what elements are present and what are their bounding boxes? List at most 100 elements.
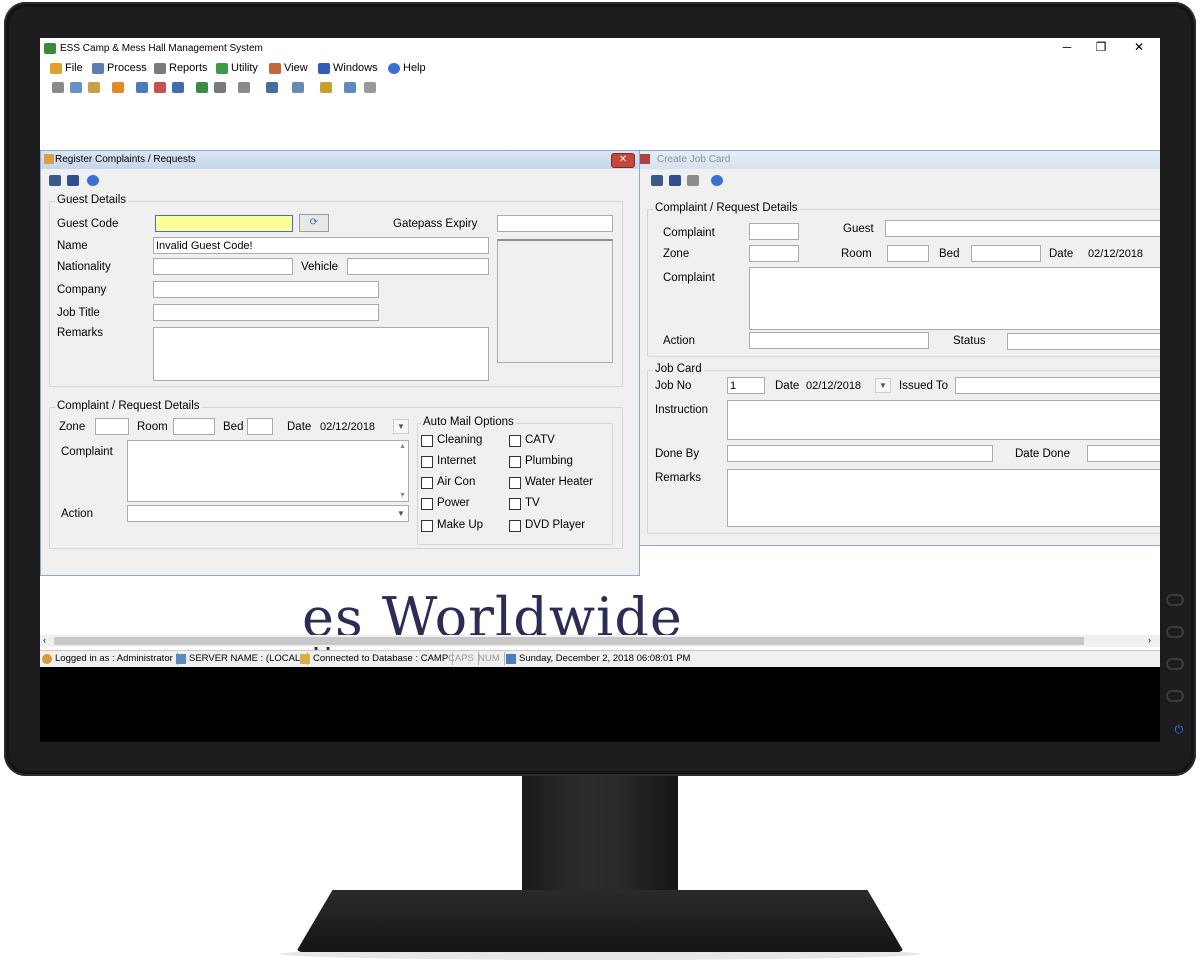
document-icon[interactable] [266, 82, 278, 93]
aircon-checkbox[interactable] [421, 477, 433, 489]
scroll-right-icon[interactable]: › [1148, 635, 1151, 645]
company-input[interactable] [153, 281, 379, 298]
paste-icon[interactable] [88, 82, 100, 93]
menu-view[interactable]: View [269, 62, 308, 74]
scroll-down-icon[interactable]: ▼ [399, 492, 406, 499]
plumbing-checkbox[interactable] [509, 456, 521, 468]
help-icon[interactable] [87, 175, 99, 186]
user-icon[interactable] [112, 82, 124, 93]
help-icon [388, 62, 400, 74]
guest-photo [497, 239, 613, 363]
action-select[interactable]: ▼ [127, 505, 409, 522]
binoculars-icon[interactable] [49, 175, 61, 186]
menu-file[interactable]: File [50, 62, 83, 74]
tools-icon[interactable] [364, 82, 376, 93]
help-icon[interactable] [711, 175, 723, 186]
jc-zone-input[interactable] [749, 245, 799, 262]
vehicle-input[interactable] [347, 258, 489, 275]
menu-label: File [65, 62, 83, 74]
jc-instruction-textarea[interactable] [727, 400, 1160, 440]
guest-code-input[interactable] [155, 215, 293, 232]
monitor-button[interactable] [1166, 658, 1184, 670]
chevron-down-icon[interactable]: ▼ [393, 419, 409, 434]
close-button[interactable]: ✕ [1124, 40, 1154, 54]
job-title-input[interactable] [153, 304, 379, 321]
jc-room-input[interactable] [887, 245, 929, 262]
internet-checkbox[interactable] [421, 456, 433, 468]
scroll-up-icon[interactable]: ▲ [399, 443, 406, 450]
jc-datedone-input[interactable] [1087, 445, 1160, 462]
menu-reports[interactable]: Reports [154, 62, 208, 74]
user-icon [42, 653, 52, 664]
jc-action-input[interactable] [749, 332, 929, 349]
refresh-icon[interactable] [172, 82, 184, 93]
status-datetime-text: Sunday, December 2, 2018 06:08:01 PM [519, 653, 691, 664]
settings-icon[interactable] [292, 82, 304, 93]
zone-input[interactable] [95, 418, 129, 435]
minimize-button[interactable]: ─ [1052, 40, 1082, 54]
print-icon[interactable] [238, 82, 250, 93]
jc-doneby-input[interactable] [727, 445, 993, 462]
horizontal-scrollbar[interactable]: ‹ › [40, 635, 1160, 647]
jc-status-input[interactable] [1007, 333, 1160, 350]
water-heater-checkbox[interactable] [509, 477, 521, 489]
jc-complaint-textarea[interactable] [749, 267, 1160, 330]
dvd-checkbox[interactable] [509, 520, 521, 532]
menu-process[interactable]: Process [92, 62, 147, 74]
register-window: Register Complaints / Requests ✕ Guest D… [40, 150, 640, 576]
register-close-icon[interactable]: ✕ [611, 153, 635, 168]
menu-label: Utility [231, 62, 258, 74]
report-icon[interactable] [154, 82, 166, 93]
restore-button[interactable]: ❐ [1086, 40, 1116, 54]
tv-checkbox[interactable] [509, 498, 521, 510]
jc-issued-input[interactable] [955, 377, 1160, 394]
complaint-textarea[interactable]: ▲ ▼ [127, 440, 409, 502]
jc-guest-input[interactable] [885, 220, 1160, 237]
note-icon[interactable] [320, 82, 332, 93]
jc-complaint-no-input[interactable] [749, 223, 799, 240]
monitor-base [296, 890, 904, 952]
monitor-button[interactable] [1166, 690, 1184, 702]
menu-label: Reports [169, 62, 208, 74]
power-checkbox[interactable] [421, 498, 433, 510]
power-icon[interactable]: ⏻ [1172, 723, 1186, 737]
lookup-button[interactable]: ⟳ [299, 214, 329, 232]
menu-utility[interactable]: Utility [216, 62, 258, 74]
name-input[interactable]: Invalid Guest Code! [153, 237, 489, 254]
print-icon[interactable] [687, 175, 699, 186]
menu-bar: File Process Reports Utility View Window… [40, 60, 1160, 78]
jc-status-label: Status [953, 335, 986, 347]
scroll-left-icon[interactable]: ‹ [43, 635, 46, 645]
remarks-textarea[interactable] [153, 327, 489, 381]
binoculars-icon[interactable] [651, 175, 663, 186]
jc-jobno-input[interactable]: 1 [727, 377, 765, 394]
menu-help[interactable]: Help [388, 62, 426, 74]
cut-icon[interactable] [52, 82, 64, 93]
gatepass-label: Gatepass Expiry [393, 218, 478, 230]
catv-checkbox[interactable] [509, 435, 521, 447]
database-icon[interactable] [344, 82, 356, 93]
gatepass-input[interactable] [497, 215, 613, 232]
jc-bed-input[interactable] [971, 245, 1041, 262]
monitor-button[interactable] [1166, 626, 1184, 638]
globe-icon[interactable] [196, 82, 208, 93]
scrollbar-thumb[interactable] [54, 637, 1084, 645]
nationality-input[interactable] [153, 258, 293, 275]
lookup-icon: ⟳ [309, 217, 319, 228]
status-user-text: Logged in as : Administrator [55, 653, 173, 664]
calendar-icon[interactable] [136, 82, 148, 93]
monitor-button[interactable] [1166, 594, 1184, 606]
save-icon[interactable] [669, 175, 681, 186]
copy-icon[interactable] [70, 82, 82, 93]
search-icon[interactable] [214, 82, 226, 93]
menu-windows[interactable]: Windows [318, 62, 378, 74]
room-input[interactable] [173, 418, 215, 435]
cleaning-checkbox[interactable] [421, 435, 433, 447]
bed-input[interactable] [247, 418, 273, 435]
view-icon [269, 62, 281, 74]
chevron-down-icon[interactable]: ▼ [875, 378, 891, 393]
jc-date-field[interactable]: 02/12/2018 [1085, 245, 1160, 262]
makeup-checkbox[interactable] [421, 520, 433, 532]
jc-remarks-textarea[interactable] [727, 469, 1160, 527]
save-icon[interactable] [67, 175, 79, 186]
